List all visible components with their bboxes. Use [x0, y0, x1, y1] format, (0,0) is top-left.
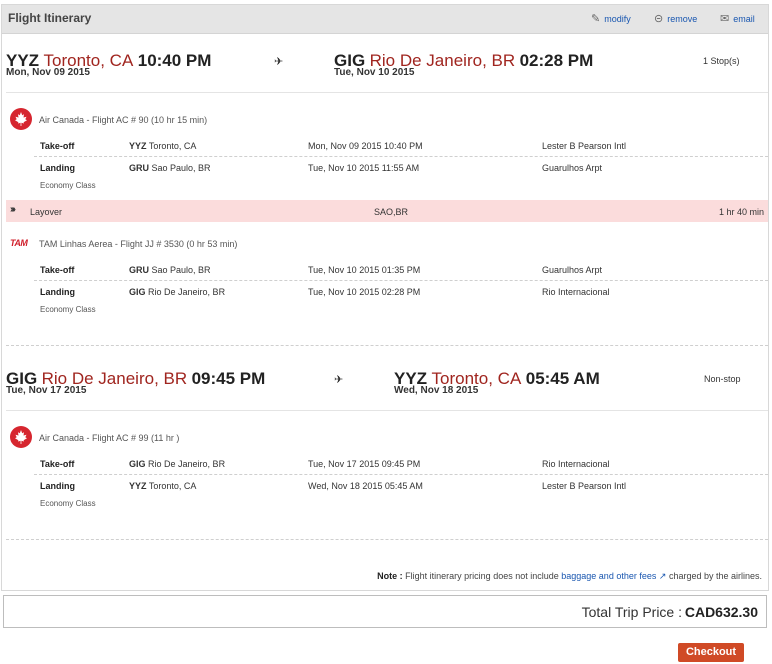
row-divider — [34, 156, 768, 157]
note-suffix: charged by the airlines. — [668, 571, 762, 581]
landing-label: Landing — [40, 481, 75, 491]
baggage-fees-link[interactable]: baggage and other fees — [561, 571, 656, 581]
arrive-time: 02:28 PM — [519, 51, 594, 70]
remove-label: remove — [667, 14, 698, 24]
arrive-date: Tue, Nov 10 2015 — [334, 67, 415, 78]
carrier-info: TAM Linhas Aerea - Flight JJ # 3530 (0 h… — [39, 239, 238, 249]
takeoff-airport-city: GRU Sao Paulo, BR — [129, 265, 211, 275]
section-divider — [6, 539, 768, 540]
landing-airport-city: GIG Rio De Janeiro, BR — [129, 287, 225, 297]
modify-label: modify — [604, 14, 631, 24]
total-price-label: Total Trip Price : — [581, 604, 682, 620]
note-text: Flight itinerary pricing does not includ… — [405, 571, 559, 581]
takeoff-airport-city: YYZ Toronto, CA — [129, 141, 196, 151]
double-chevron-icon: ››› — [10, 204, 16, 215]
depart-time: 09:45 PM — [191, 369, 266, 388]
pricing-note: Note : Flight itinerary pricing does not… — [0, 571, 762, 582]
stops-count: 1 Stop(s) — [703, 56, 740, 66]
air-canada-logo — [10, 108, 32, 130]
section-divider — [6, 345, 768, 346]
divider — [6, 92, 768, 93]
takeoff-datetime: Mon, Nov 09 2015 10:40 PM — [308, 141, 423, 151]
email-link[interactable]: ✉ email — [720, 12, 755, 25]
divider — [6, 410, 768, 411]
arrive-time: 05:45 AM — [525, 369, 600, 388]
email-icon: ✉ — [720, 12, 730, 25]
landing-airport-city: YYZ Toronto, CA — [129, 481, 196, 491]
cabin-class: Economy Class — [40, 499, 96, 508]
layover-label: Layover — [30, 207, 63, 217]
itinerary-header: Flight Itinerary ✎ modify ⊝ remove ✉ ema… — [2, 5, 768, 34]
city-name: Sao Paulo, BR — [151, 265, 211, 275]
modify-link[interactable]: ✎ modify — [591, 12, 631, 25]
city-name: Rio De Janeiro, BR — [148, 287, 226, 297]
landing-airport-name: Rio Internacional — [542, 287, 610, 297]
airport-code: GIG — [129, 287, 146, 297]
checkout-button[interactable]: Checkout — [678, 643, 744, 662]
takeoff-label: Take-off — [40, 265, 75, 275]
layover-duration: 1 hr 40 min — [718, 207, 764, 217]
takeoff-datetime: Tue, Nov 17 2015 09:45 PM — [308, 459, 421, 469]
airport-code: GRU — [129, 265, 149, 275]
plane-icon: ✈ — [274, 56, 284, 68]
arrive-date: Wed, Nov 18 2015 — [394, 385, 479, 396]
takeoff-airport-name: Rio Internacional — [542, 459, 610, 469]
landing-airport-city: GRU Sao Paulo, BR — [129, 163, 211, 173]
edit-icon: ✎ — [591, 12, 601, 25]
remove-link[interactable]: ⊝ remove — [654, 12, 698, 25]
landing-datetime: Tue, Nov 10 2015 11:55 AM — [308, 163, 420, 173]
cabin-class: Economy Class — [40, 181, 96, 190]
landing-label: Landing — [40, 163, 75, 173]
takeoff-label: Take-off — [40, 459, 75, 469]
row-divider — [34, 280, 768, 281]
airport-code: GIG — [129, 459, 146, 469]
carrier-info: Air Canada - Flight AC # 90 (10 hr 15 mi… — [39, 115, 208, 125]
maple-leaf-icon — [15, 430, 27, 444]
city-name: Rio De Janeiro, BR — [148, 459, 226, 469]
stops-count: Non-stop — [704, 374, 741, 384]
carrier-info: Air Canada - Flight AC # 99 (11 hr ) — [39, 433, 180, 443]
city-name: Toronto, CA — [148, 481, 197, 491]
airport-code: YYZ — [129, 481, 147, 491]
takeoff-datetime: Tue, Nov 10 2015 01:35 PM — [308, 265, 421, 275]
city-name: Toronto, CA — [148, 141, 197, 151]
airport-code: GRU — [129, 163, 149, 173]
plane-icon: ✈ — [334, 374, 344, 386]
page-title: Flight Itinerary — [8, 11, 92, 25]
cabin-class: Economy Class — [40, 305, 96, 314]
landing-airport-name: Lester B Pearson Intl — [542, 481, 627, 491]
city-name: Sao Paulo, BR — [151, 163, 211, 173]
air-canada-logo — [10, 426, 32, 448]
depart-time: 10:40 PM — [137, 51, 212, 70]
landing-label: Landing — [40, 287, 75, 297]
takeoff-label: Take-off — [40, 141, 75, 151]
airport-code: YYZ — [129, 141, 147, 151]
total-price-box: Total Trip Price : CAD632.30 — [3, 595, 767, 628]
layover-place: SAO,BR — [374, 207, 409, 217]
takeoff-airport-name: Guarulhos Arpt — [542, 265, 603, 275]
takeoff-airport-name: Lester B Pearson Intl — [542, 141, 627, 151]
landing-datetime: Wed, Nov 18 2015 05:45 AM — [308, 481, 423, 491]
total-price-value: CAD632.30 — [684, 604, 758, 620]
depart-date: Tue, Nov 17 2015 — [6, 385, 87, 396]
landing-datetime: Tue, Nov 10 2015 02:28 PM — [308, 287, 421, 297]
remove-icon: ⊝ — [654, 12, 664, 25]
depart-date: Mon, Nov 09 2015 — [6, 67, 90, 78]
takeoff-airport-city: GIG Rio De Janeiro, BR — [129, 459, 225, 469]
tam-logo: TAM — [10, 238, 28, 248]
landing-airport-name: Guarulhos Arpt — [542, 163, 603, 173]
layover-bar: ››› Layover SAO,BR 1 hr 40 min — [6, 200, 768, 222]
email-label: email — [733, 14, 755, 24]
note-label: Note : — [377, 571, 403, 581]
maple-leaf-icon — [15, 112, 27, 126]
external-link-icon: ↗ — [658, 571, 667, 581]
row-divider — [34, 474, 768, 475]
